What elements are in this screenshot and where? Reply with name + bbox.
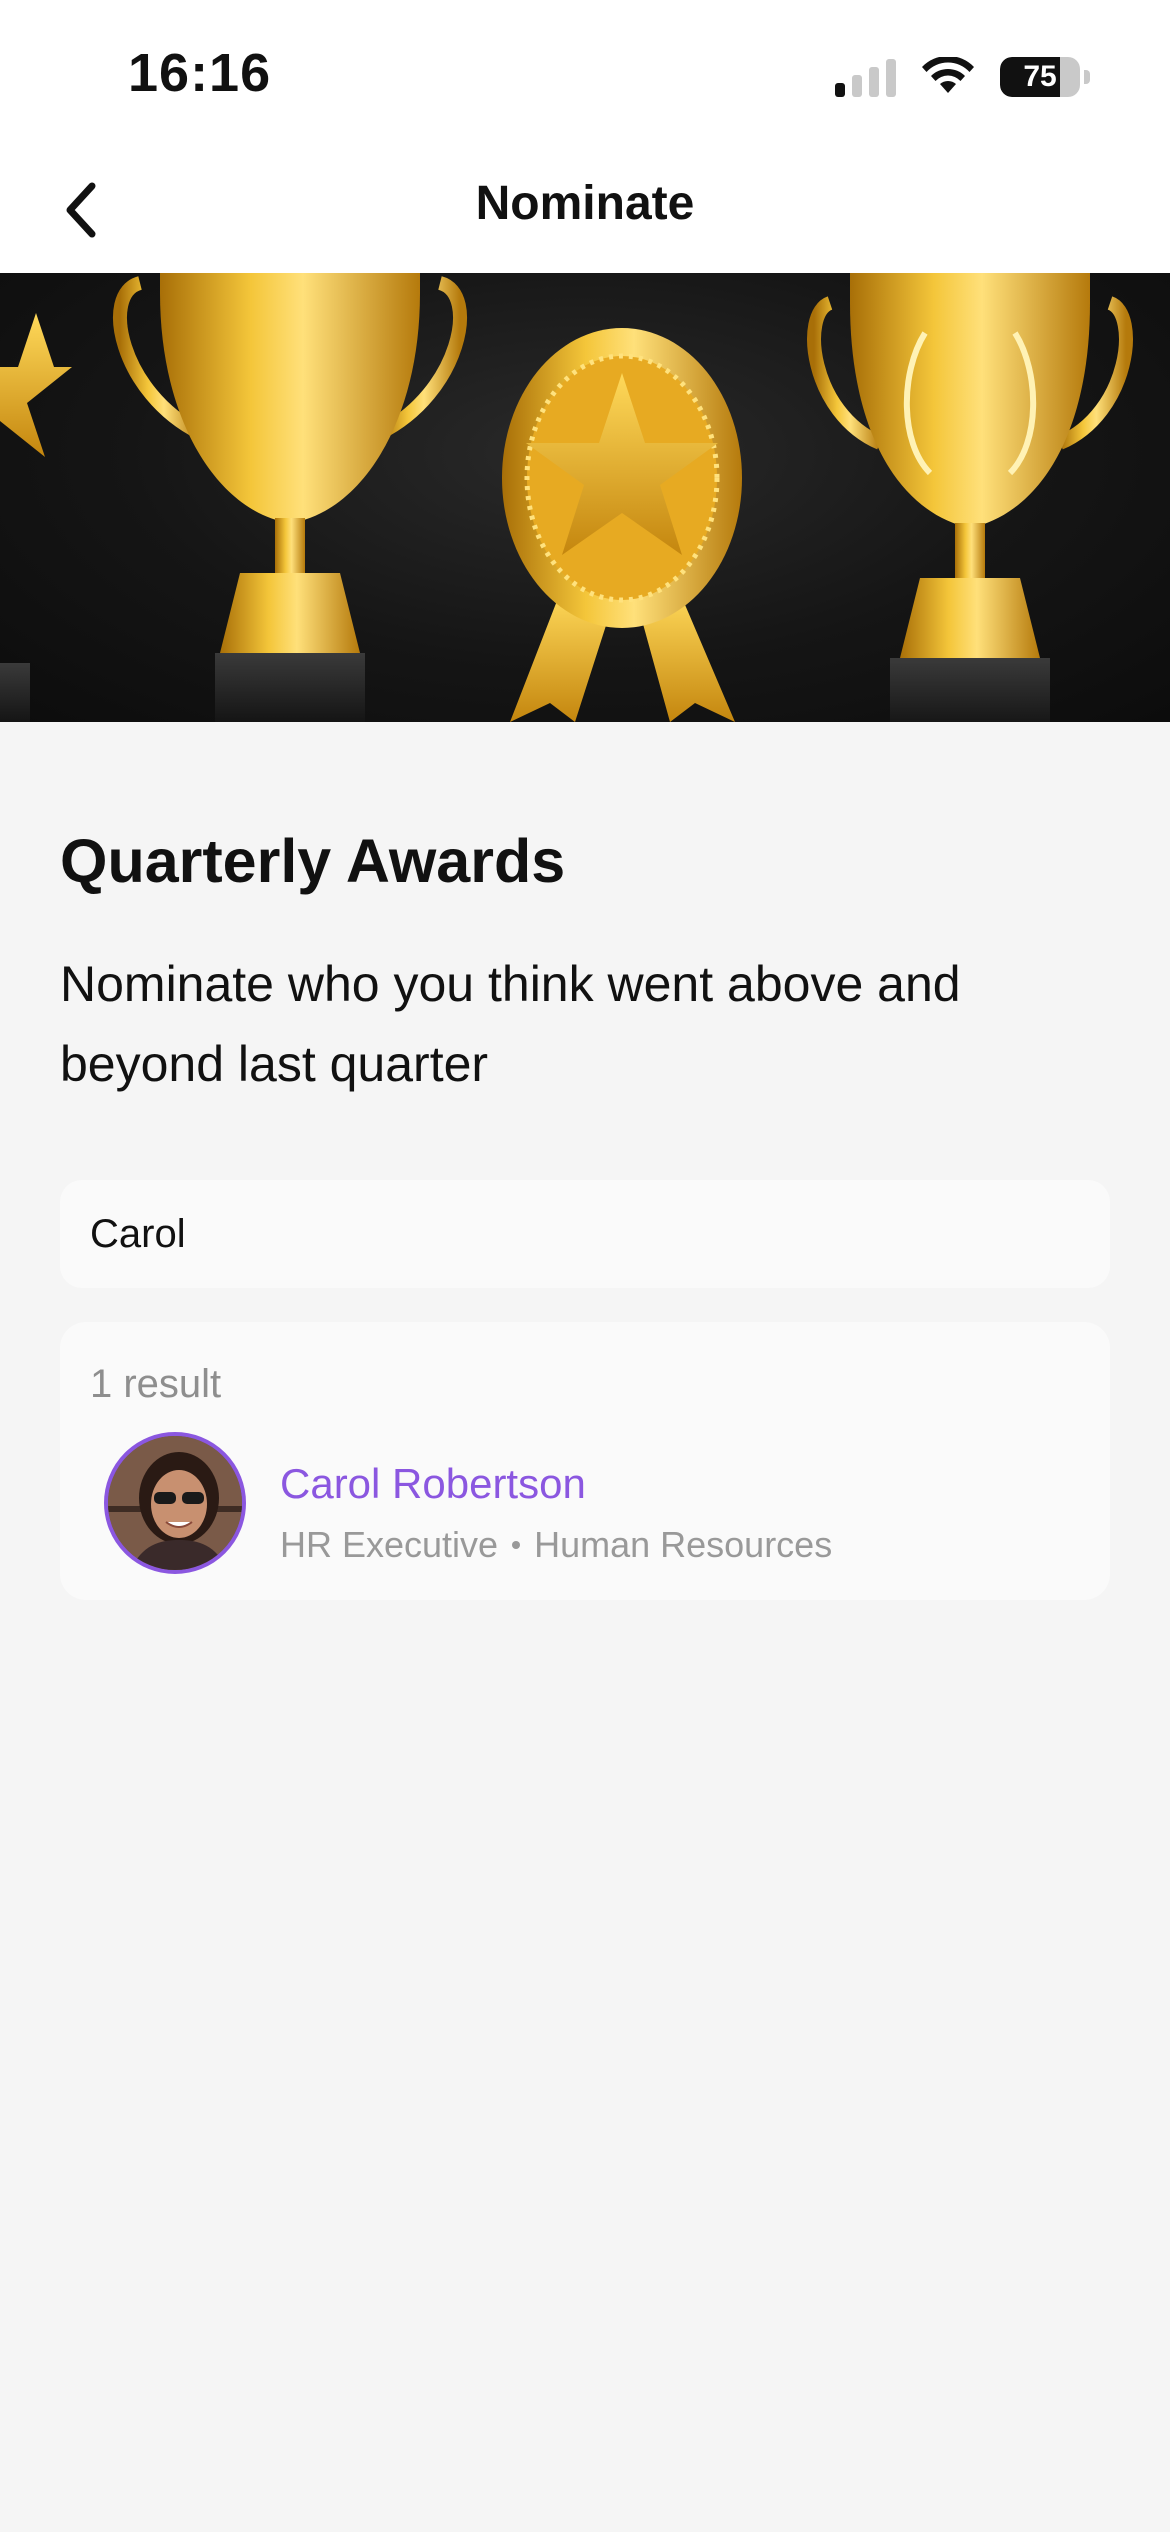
status-icons: 75 xyxy=(835,52,1090,102)
cellular-signal-icon xyxy=(835,57,896,97)
page-title: Quarterly Awards xyxy=(60,827,566,895)
awards-banner-image xyxy=(0,273,1170,722)
avatar xyxy=(104,1432,246,1574)
trophy-icon xyxy=(113,273,467,722)
page-subtitle: Nominate who you think went above and be… xyxy=(60,956,961,1092)
battery-level: 75 xyxy=(1023,60,1057,93)
medal-icon xyxy=(502,328,742,722)
result-role: HR Executive xyxy=(280,1524,499,1565)
battery-cap xyxy=(1084,70,1090,84)
status-time: 16:16 xyxy=(128,43,272,103)
result-name: Carol Robertson xyxy=(280,1460,586,1507)
person-photo xyxy=(108,1436,242,1570)
trophy-laurel-icon xyxy=(807,273,1133,722)
search-input[interactable] xyxy=(60,1180,1110,1288)
results-count: 1 result xyxy=(90,1362,222,1406)
result-item[interactable]: Carol Robertson HR Executive Human Resou… xyxy=(90,1426,1080,1576)
separator-dot xyxy=(512,1541,521,1549)
search-results: 1 result Carol Robertson HR Executive Hu… xyxy=(60,1322,1110,1600)
wifi-icon xyxy=(922,57,974,93)
status-bar: 16:16 75 xyxy=(0,0,1170,150)
battery-icon: 75 xyxy=(1000,57,1080,97)
star-icon xyxy=(0,313,73,722)
navigation-bar: Nominate xyxy=(0,150,1170,274)
result-meta: HR Executive Human Resources xyxy=(280,1524,832,1566)
result-department: Human Resources xyxy=(534,1524,833,1565)
awards-illustration xyxy=(0,273,1133,722)
nav-title: Nominate xyxy=(475,177,695,230)
